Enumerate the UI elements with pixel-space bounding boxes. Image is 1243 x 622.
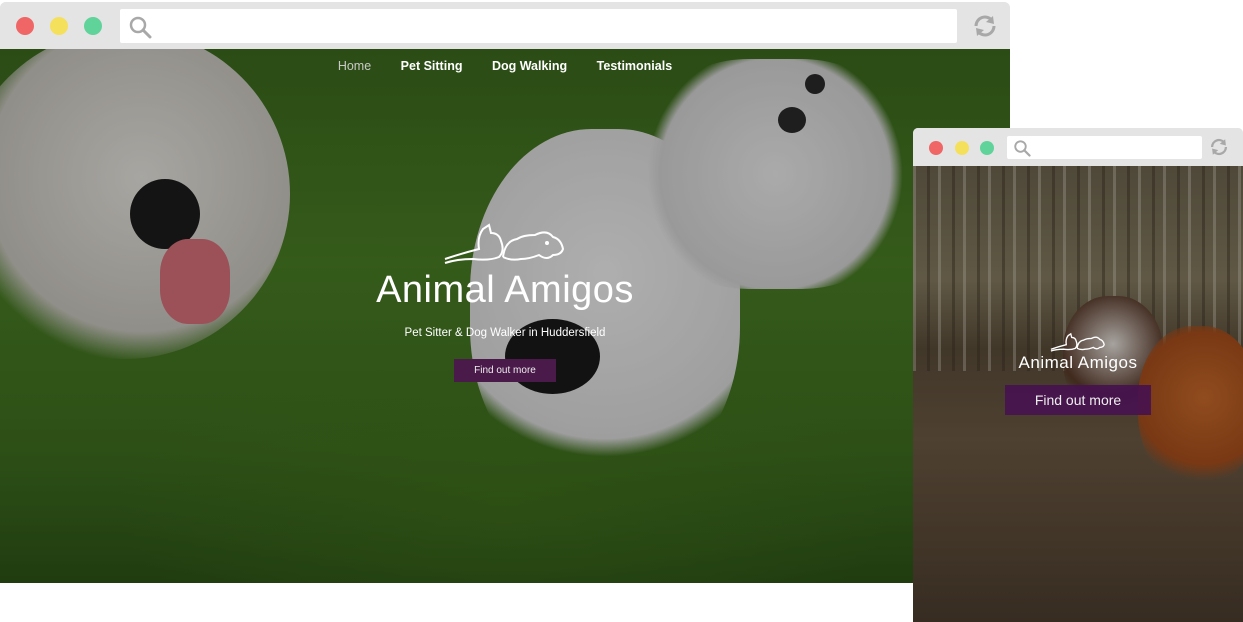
refresh-icon[interactable]	[1209, 137, 1229, 161]
find-out-more-button[interactable]: Find out more	[1004, 385, 1152, 415]
hero-content: Animal Amigos Find out more	[913, 331, 1243, 415]
search-icon	[1013, 139, 1031, 161]
find-out-more-button[interactable]: Find out more	[454, 359, 556, 382]
refresh-icon[interactable]	[972, 14, 998, 42]
maximize-window-button[interactable]	[84, 17, 102, 35]
minimize-window-button[interactable]	[955, 141, 969, 155]
hero-content: Animal Amigos Pet Sitter & Dog Walker in…	[0, 219, 1010, 382]
dog-cat-logo-icon	[0, 219, 1010, 267]
minimize-window-button[interactable]	[50, 17, 68, 35]
nav-item-home[interactable]: Home	[338, 59, 371, 73]
close-window-button[interactable]	[16, 17, 34, 35]
address-bar[interactable]	[120, 9, 957, 43]
site-tagline: Pet Sitter & Dog Walker in Huddersfield	[404, 327, 606, 339]
nav-item-pet-sitting[interactable]: Pet Sitting	[401, 59, 463, 73]
mobile-page-viewport: Animal Amigos Find out more	[913, 166, 1243, 622]
site-title: Animal Amigos	[1018, 353, 1138, 372]
search-icon	[128, 15, 152, 43]
browser-toolbar	[0, 2, 1010, 49]
browser-toolbar	[913, 128, 1243, 166]
close-window-button[interactable]	[929, 141, 943, 155]
desktop-browser-window: Home Pet Sitting Dog Walking Testimonial…	[0, 2, 1010, 583]
mobile-browser-window: Animal Amigos Find out more	[913, 128, 1243, 622]
nav-item-dog-walking[interactable]: Dog Walking	[492, 59, 567, 73]
site-title: Animal Amigos	[376, 269, 634, 311]
address-bar[interactable]	[1007, 136, 1202, 159]
maximize-window-button[interactable]	[980, 141, 994, 155]
dog-cat-logo-icon	[913, 331, 1243, 353]
nav-item-testimonials[interactable]: Testimonials	[597, 59, 672, 73]
desktop-page-viewport: Home Pet Sitting Dog Walking Testimonial…	[0, 49, 1010, 583]
main-navigation: Home Pet Sitting Dog Walking Testimonial…	[0, 59, 1010, 73]
